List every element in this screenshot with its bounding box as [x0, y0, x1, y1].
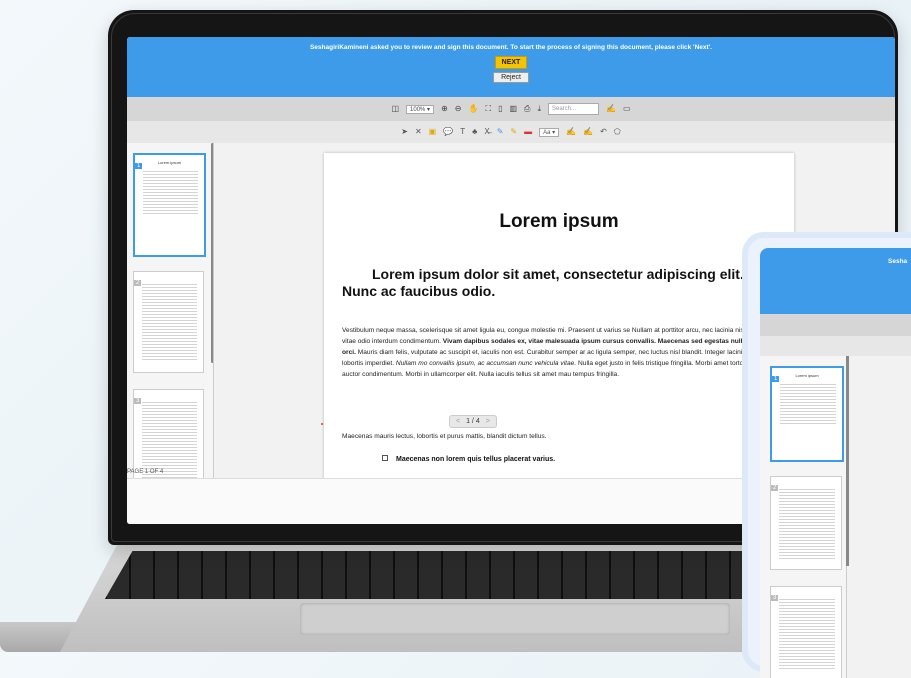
tablet-thumbnail-page-1[interactable]: 1 Lorem ipsum [770, 366, 844, 462]
pan-hand-icon[interactable]: ✋ [468, 104, 478, 114]
tablet-sidebar-scrollbar[interactable] [846, 356, 849, 566]
thumbnail-content [779, 597, 835, 669]
tablet-device: Sesha 1 Lorem ipsum 2 3 [742, 232, 911, 678]
single-page-icon[interactable]: ▯ [498, 104, 502, 114]
tablet-annotation-toolbar [760, 336, 911, 356]
thumbnail-sidebar: 1 Lorem ipsum 2 3 PAGE 1 OF 4 [127, 143, 214, 478]
line-color-icon[interactable]: ▬ [524, 127, 532, 137]
thumbnail-page-1[interactable]: 1 Lorem ipsum [133, 153, 206, 257]
thumbnail-content [142, 282, 197, 362]
sidebar-toggle-icon[interactable]: ◫ [391, 104, 399, 114]
zoom-in-icon[interactable]: ⊕ [441, 104, 448, 114]
bullet-text: Maecenas non lorem quis tellus placerat … [396, 456, 556, 463]
highlight-box-icon[interactable]: ▣ [429, 127, 437, 137]
document-page: Lorem ipsum Lorem ipsum dolor sit amet, … [321, 153, 794, 483]
cursor-dot [321, 423, 323, 425]
next-page-button[interactable]: > [486, 418, 490, 425]
zoom-value: 100% [410, 106, 426, 113]
double-page-icon[interactable]: ▥ [509, 104, 517, 114]
signature-icon[interactable]: ✍ [566, 127, 576, 137]
signing-banner: SeshagiriKamineni asked you to review an… [127, 37, 895, 97]
thumbnail-title: Lorem ipsum [795, 373, 819, 378]
undo-icon[interactable]: ↶ [600, 127, 607, 137]
tablet-screen: Sesha 1 Lorem ipsum 2 3 [760, 248, 911, 678]
zoom-select[interactable]: 100% ▾ [406, 104, 435, 114]
document-subtitle: Lorem ipsum dolor sit amet, consectetur … [342, 266, 744, 299]
tablet-banner: Sesha [760, 248, 911, 314]
laptop-keyboard [105, 551, 795, 599]
sign-icon[interactable]: ✍ [606, 104, 616, 114]
thumbnail-content [780, 382, 836, 424]
thumbnail-content [779, 487, 835, 559]
shape-icon[interactable]: ⬠ [614, 127, 621, 137]
page-indicator: PAGE 1 OF 4 [127, 469, 164, 475]
tablet-thumbnail-page-3[interactable]: 3 [770, 586, 842, 678]
thumbnail-page-2[interactable]: 2 [133, 271, 204, 373]
annotation-toolbar: ➤ ✕ ▣ 💬 T ♣ X̶ ✎ ✎ ▬ Aa ▾ ✍ ✍ ↶ ⬠ [127, 121, 895, 144]
stamp-icon[interactable]: ♣ [472, 127, 477, 137]
pen-yellow-icon[interactable]: ✎ [510, 127, 517, 137]
previous-page-button[interactable]: < [456, 418, 460, 425]
font-size-select[interactable]: Aa ▾ [539, 127, 560, 137]
document-paragraph-2: Maecenas mauris lectus, lobortis et puru… [342, 433, 547, 440]
thumbnail-title: Lorem ipsum [157, 160, 182, 165]
document-paragraph: Vestibulum neque massa, scelerisque sit … [342, 325, 794, 380]
select-cursor-icon[interactable]: ➤ [401, 127, 408, 137]
banner-message: SeshagiriKamineni asked you to review an… [309, 44, 713, 51]
para-italic-text: Nullam mo convallis ipsum, ac accumsan n… [395, 360, 577, 367]
bullet-square-icon [382, 455, 388, 461]
strikethrough-icon[interactable]: X̶ [484, 127, 489, 137]
thumbnail-content [143, 169, 198, 215]
thumbnail-number: 3 [771, 595, 779, 601]
thumbnail-number: 2 [771, 485, 779, 491]
delete-icon[interactable]: ✕ [415, 127, 422, 137]
font-size-label: Aa [543, 129, 551, 136]
panel-icon[interactable]: ▭ [623, 104, 631, 114]
reject-button[interactable]: Reject [493, 72, 529, 83]
document-bullet: Maecenas non lorem quis tellus placerat … [382, 455, 555, 463]
download-icon[interactable]: ⤓ [537, 104, 541, 114]
sidebar-scrollbar[interactable] [211, 143, 213, 363]
page-navigator: < 1 / 4 > [449, 415, 497, 428]
thumbnail-content [142, 400, 197, 478]
laptop-trackpad [300, 603, 730, 635]
search-input[interactable]: Search... [547, 103, 599, 115]
initials-icon[interactable]: ✍ [583, 127, 593, 137]
fit-page-icon[interactable]: ⛶ [485, 104, 491, 114]
tablet-viewer-main: 1 Lorem ipsum 2 3 [760, 356, 911, 678]
document-title: Lorem ipsum [499, 211, 619, 232]
main-toolbar: ◫ 100% ▾ ⊕ ⊖ ✋ ⛶ ▯ ▥ ⎙ ⤓ Search... ✍ ▭ [127, 97, 895, 121]
thumbnail-number: 2 [134, 280, 142, 286]
page-counter: 1 / 4 [466, 418, 480, 425]
thumbnail-number: 3 [134, 398, 142, 404]
tablet-thumbnail-page-2[interactable]: 2 [770, 476, 842, 570]
zoom-out-icon[interactable]: ⊖ [455, 104, 462, 114]
tablet-thumbnail-sidebar: 1 Lorem ipsum 2 3 [760, 356, 847, 678]
comment-icon[interactable]: 💬 [443, 127, 453, 137]
text-icon[interactable]: T [460, 127, 465, 137]
print-icon[interactable]: ⎙ [524, 104, 530, 114]
thumbnail-page-3[interactable]: 3 [133, 389, 204, 478]
tablet-banner-text: Sesha [888, 258, 908, 265]
pen-blue-icon[interactable]: ✎ [497, 127, 504, 137]
next-button[interactable]: NEXT [494, 56, 528, 69]
tablet-toolbar [760, 314, 911, 336]
